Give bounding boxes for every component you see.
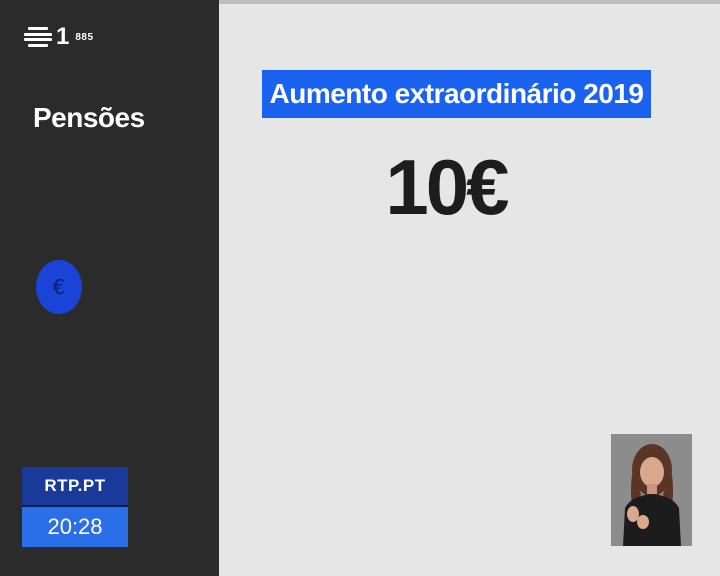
euro-icon: € <box>36 260 82 314</box>
footer-box: RTP.PT 20:28 <box>22 467 128 547</box>
clock: 20:28 <box>22 507 128 547</box>
sidebar: 1 885 Pensões € RTP.PT 20:28 <box>0 0 219 576</box>
channel-number: 1 <box>56 23 70 50</box>
headline-text: Aumento extraordinário 2019 <box>269 78 644 109</box>
section-title: Pensões <box>33 102 145 133</box>
rtp-logo-icon <box>24 27 52 47</box>
channel-code: 885 <box>75 31 94 43</box>
tv-screen: 1 885 Pensões € RTP.PT 20:28 Aumento ext… <box>0 0 720 576</box>
headline-bar: Aumento extraordinário 2019 <box>262 70 651 118</box>
top-strip <box>219 0 720 4</box>
amount-value: 10€ <box>385 143 509 231</box>
site-label: RTP.PT <box>22 467 128 505</box>
sign-language-interpreter <box>611 434 692 546</box>
channel-logo: 1 885 <box>24 23 94 50</box>
